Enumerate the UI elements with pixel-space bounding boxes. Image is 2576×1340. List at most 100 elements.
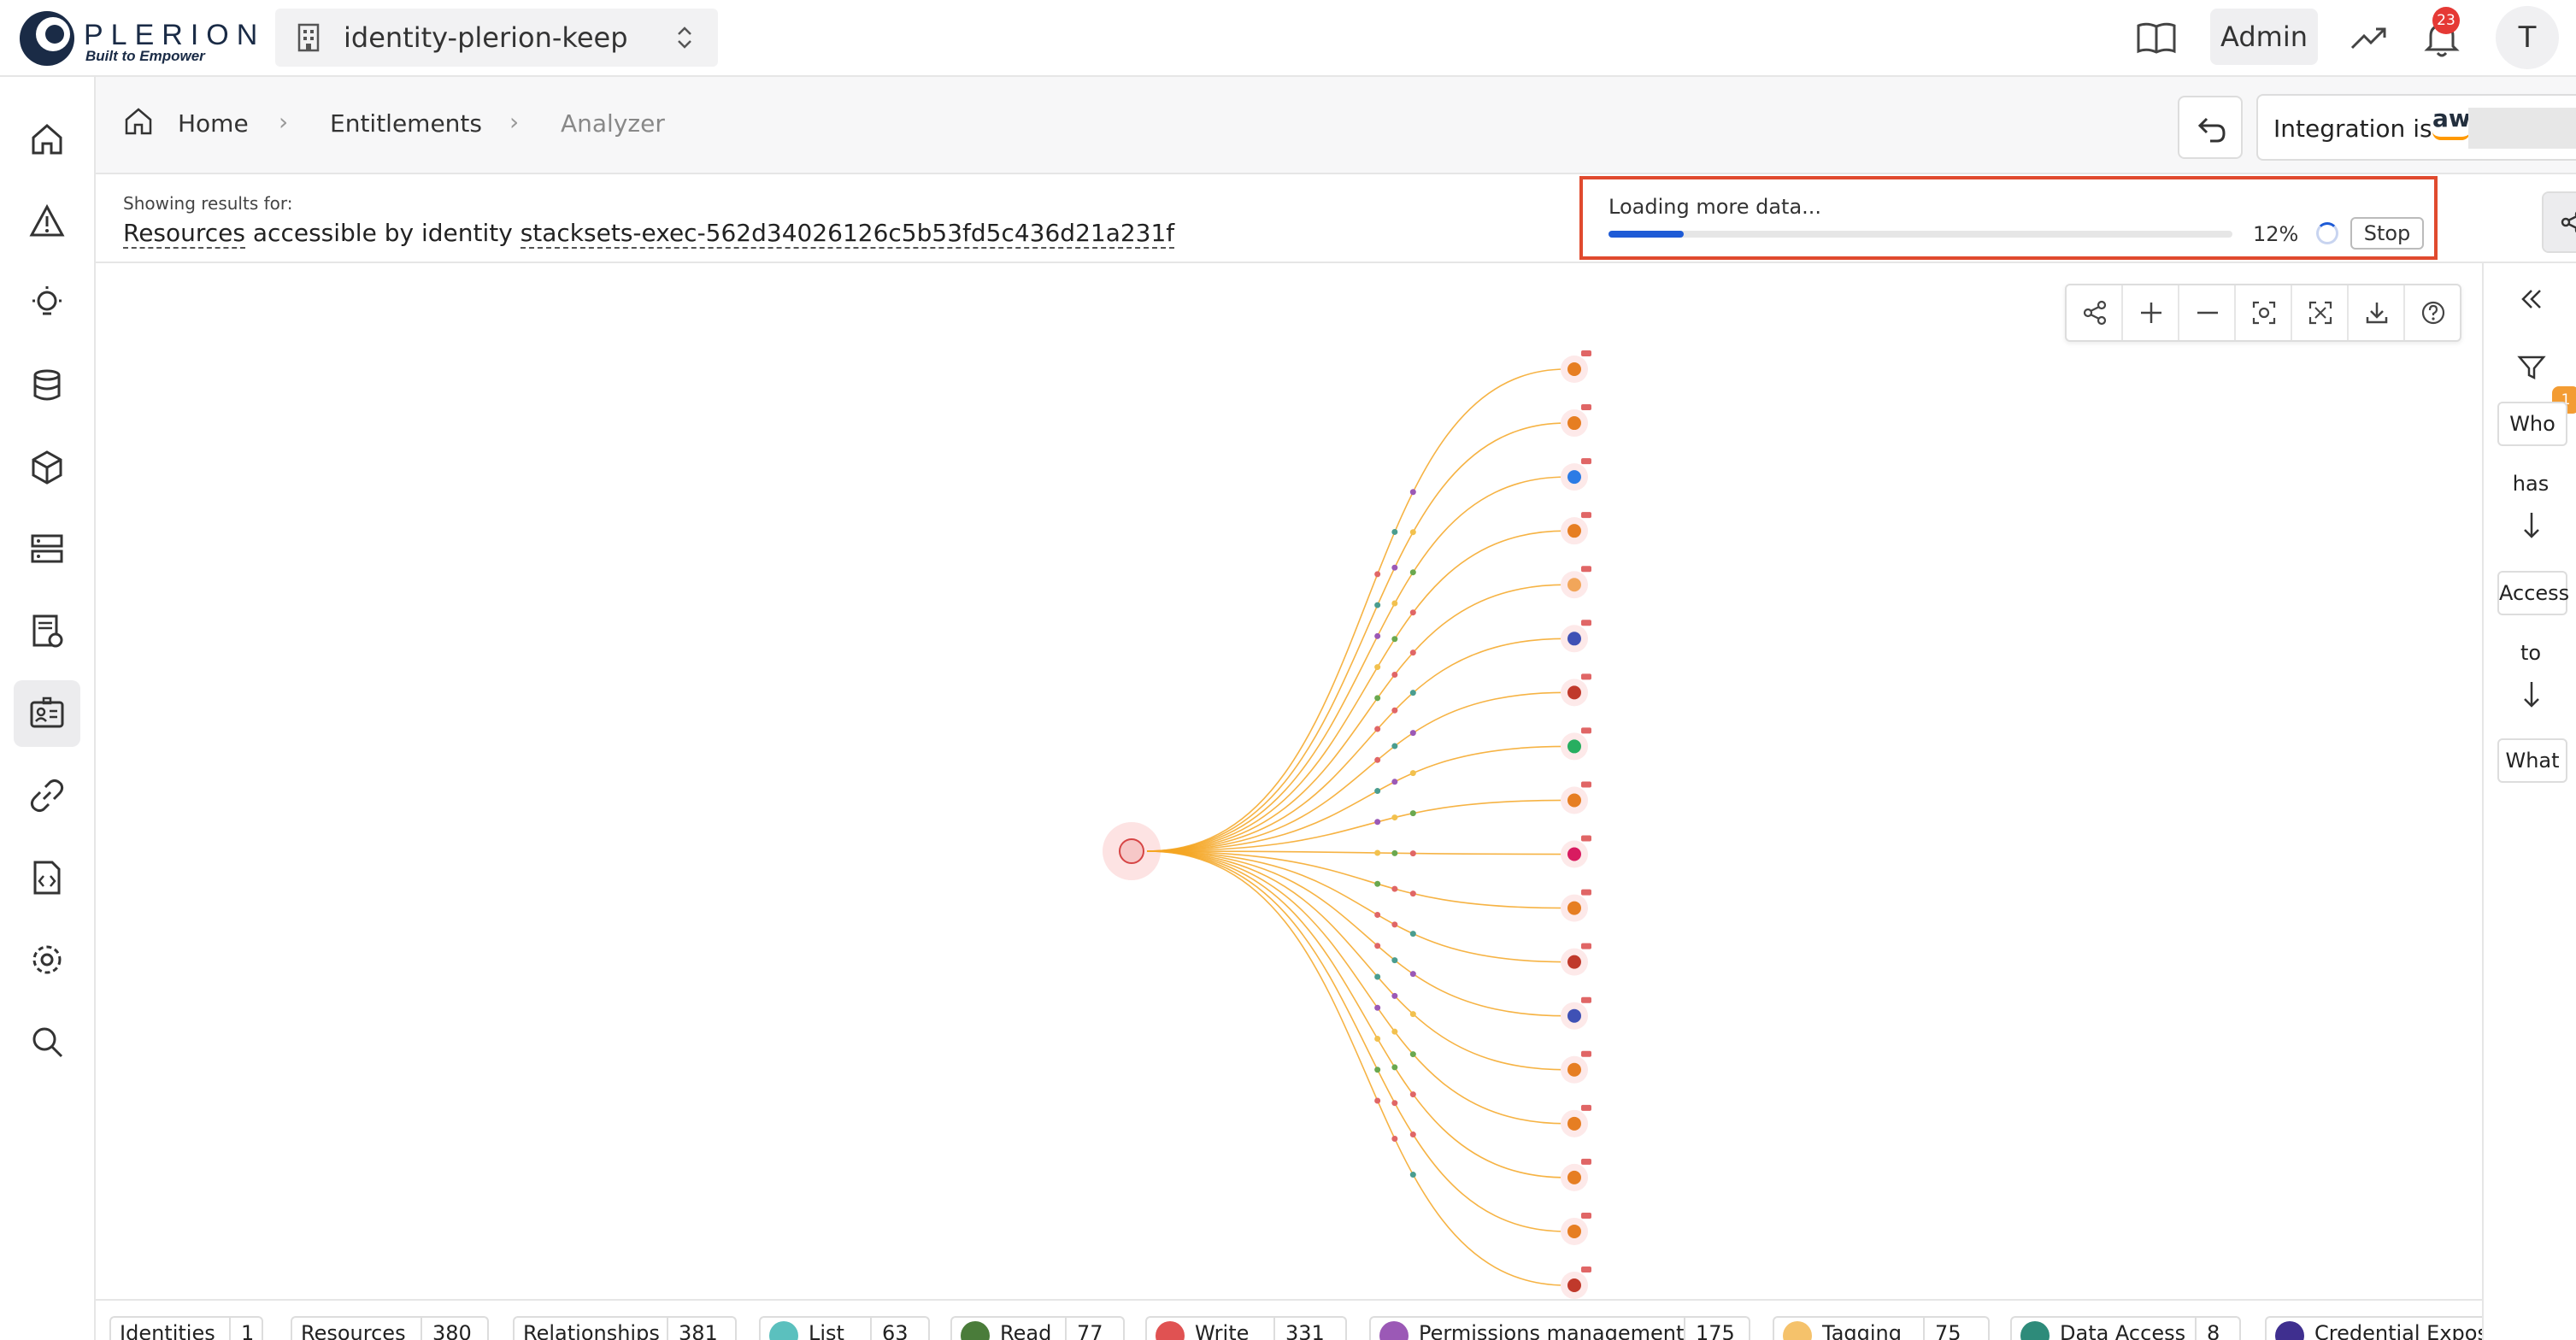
permission-dot — [1391, 992, 1398, 999]
relationship-edge — [1146, 850, 1567, 1232]
database-icon — [33, 369, 61, 401]
arrow-down-icon — [2524, 682, 2539, 708]
stat-read[interactable]: Read 77 — [950, 1316, 1125, 1340]
sidebar-item-settings[interactable] — [14, 926, 80, 993]
resource-node[interactable] — [1567, 955, 1581, 969]
stat-resources[interactable]: Resources 380 — [291, 1316, 489, 1340]
resource-node[interactable] — [1567, 578, 1581, 592]
resource-node[interactable] — [1567, 1170, 1581, 1184]
permission-dot — [1409, 1131, 1416, 1138]
stat-tagging[interactable]: Tagging 75 — [1773, 1316, 1990, 1340]
resource-node[interactable] — [1567, 901, 1581, 915]
sidebar-item-infrastructure[interactable] — [14, 516, 80, 583]
tenant-selector[interactable]: identity-plerion-keep — [275, 9, 718, 67]
resource-node[interactable] — [1567, 362, 1581, 376]
sidebar-item-data[interactable] — [14, 352, 80, 419]
resource-node[interactable] — [1567, 793, 1581, 808]
breadcrumb-analyzer: Analyzer — [561, 109, 665, 138]
stat-count: 63 — [882, 1321, 909, 1340]
sidebar-item-assets[interactable] — [14, 434, 80, 501]
permission-dot — [1374, 1097, 1381, 1104]
stat-identities[interactable]: Identities 1 — [109, 1316, 263, 1340]
stat-write[interactable]: Write 331 — [1145, 1316, 1347, 1340]
brand-tagline: Built to Empower — [85, 48, 205, 64]
breadcrumb-home[interactable]: Home — [178, 109, 249, 138]
resource-node[interactable] — [1567, 847, 1581, 861]
resource-badge — [1581, 943, 1591, 949]
entitlement-graph[interactable] — [96, 263, 2482, 1299]
download-button[interactable] — [2349, 285, 2405, 340]
what-step-button[interactable]: What — [2497, 738, 2567, 783]
sidebar-item-integrations[interactable] — [14, 762, 80, 829]
graph-view-button[interactable] — [2544, 193, 2576, 251]
stat-label: Relationships — [523, 1321, 660, 1340]
home-icon — [32, 124, 62, 155]
resource-node[interactable] — [1567, 1008, 1581, 1023]
user-avatar[interactable]: T — [2496, 6, 2559, 69]
trends-button[interactable] — [2342, 12, 2395, 65]
filter-icon[interactable] — [2516, 352, 2547, 383]
permission-dot — [1374, 819, 1381, 826]
undo-button[interactable] — [2178, 96, 2243, 159]
stat-permissions-management[interactable]: Permissions management 175 — [1369, 1316, 1750, 1340]
admin-button[interactable]: Admin — [2210, 9, 2318, 65]
who-step-button[interactable]: Who — [2497, 402, 2567, 446]
help-button[interactable] — [2405, 285, 2461, 340]
integration-selector[interactable]: Integration is aws 4 — [2256, 94, 2576, 161]
sidebar-item-code[interactable] — [14, 844, 80, 911]
zoom-in-button[interactable] — [2123, 285, 2179, 340]
focus-button[interactable] — [2236, 285, 2292, 340]
docs-button[interactable] — [2130, 12, 2183, 65]
resource-node[interactable] — [1567, 1224, 1581, 1238]
query-identity[interactable]: stacksets-exec-562d34026126c5b53fd5c436d… — [520, 219, 1175, 249]
sidebar — [0, 77, 96, 1340]
plerion-logo[interactable]: PLERION Built to Empower — [15, 7, 257, 70]
stop-button[interactable]: Stop — [2350, 217, 2424, 250]
resource-node[interactable] — [1567, 632, 1581, 646]
collapse-icon[interactable] — [2516, 284, 2547, 314]
sidebar-item-risks[interactable] — [14, 188, 80, 255]
permission-dot — [1409, 569, 1416, 576]
permission-dot — [1391, 636, 1398, 643]
sidebar-item-insights[interactable] — [14, 270, 80, 337]
home-icon[interactable] — [121, 104, 156, 138]
resource-node[interactable] — [1567, 1062, 1581, 1077]
stats-bar: Identities 1 Resources 380 Relationships… — [96, 1299, 2482, 1340]
stat-label: Read — [1000, 1321, 1052, 1340]
stat-credential-exposure[interactable]: Credential Exposure — [2265, 1316, 2482, 1340]
zoom-out-button[interactable] — [2179, 285, 2236, 340]
resource-node[interactable] — [1567, 1278, 1581, 1292]
risk-icon — [29, 203, 65, 237]
breadcrumb-entitlements[interactable]: Entitlements — [330, 109, 482, 138]
cube-icon — [32, 450, 62, 485]
resource-badge — [1581, 1104, 1591, 1111]
fullscreen-button[interactable] — [2292, 285, 2349, 340]
resource-node[interactable] — [1567, 416, 1581, 431]
stat-list[interactable]: List 63 — [759, 1316, 930, 1340]
resource-node[interactable] — [1567, 685, 1581, 700]
relationship-edge — [1146, 745, 1567, 852]
stat-data-access[interactable]: Data Access 8 — [2010, 1316, 2241, 1340]
graph-canvas[interactable] — [96, 263, 2482, 1299]
sidebar-item-identity[interactable] — [14, 680, 80, 747]
query-target[interactable]: Resources — [123, 219, 245, 249]
resource-node[interactable] — [1567, 470, 1581, 485]
write-icon — [1156, 1321, 1185, 1340]
sidebar-item-home[interactable] — [14, 106, 80, 173]
access-step-button[interactable]: Access — [2497, 571, 2569, 615]
root-identity-node[interactable] — [1119, 838, 1144, 864]
resource-node[interactable] — [1567, 1116, 1581, 1131]
identity-icon — [30, 696, 64, 728]
stat-relationships[interactable]: Relationships 381 — [513, 1316, 737, 1340]
stat-count: 1 — [241, 1321, 255, 1340]
share-graph-button[interactable] — [2067, 285, 2123, 340]
resource-node[interactable] — [1567, 524, 1581, 538]
permission-dot — [1409, 1051, 1416, 1058]
search-icon — [32, 1027, 63, 1058]
resource-node[interactable] — [1567, 739, 1581, 754]
sidebar-item-compliance[interactable] — [14, 598, 80, 665]
sidebar-item-search[interactable] — [14, 1008, 80, 1075]
stat-count: 8 — [2207, 1321, 2220, 1340]
permission-dot — [1409, 810, 1416, 817]
relationship-edge — [1146, 368, 1567, 852]
